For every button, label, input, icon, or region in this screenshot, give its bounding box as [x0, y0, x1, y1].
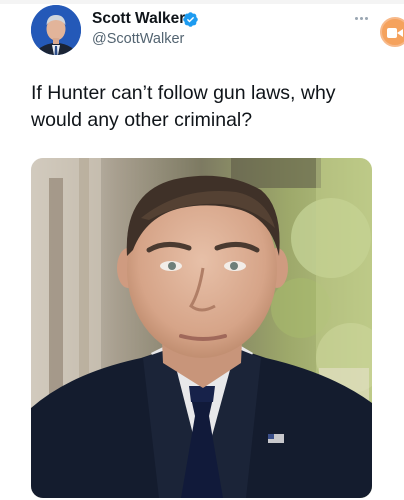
photo-man-in-suit [31, 158, 372, 498]
tweet-media-photo[interactable] [31, 158, 372, 498]
verified-badge-icon [183, 12, 198, 27]
author-avatar[interactable] [31, 5, 81, 55]
avatar-icon [31, 5, 81, 55]
floating-video-badge[interactable] [380, 17, 404, 47]
top-strip [0, 0, 404, 4]
tweet-text: If Hunter can’t follow gun laws, why wou… [31, 82, 336, 131]
author-handle[interactable]: @ScottWalker [92, 31, 184, 47]
author-name[interactable]: Scott Walker [92, 10, 185, 28]
video-camera-icon [387, 28, 403, 38]
more-options-icon[interactable] [355, 12, 373, 20]
